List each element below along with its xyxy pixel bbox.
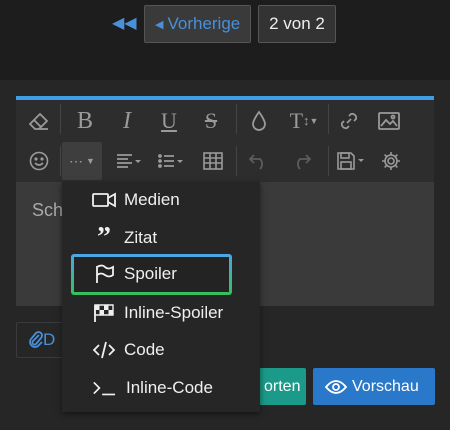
editor-text: Sch	[32, 200, 64, 220]
menu-item-inline-code[interactable]: Inline-Code	[62, 370, 260, 406]
code-icon	[92, 341, 116, 359]
underline-icon[interactable]: U	[152, 104, 186, 138]
menu-item-label: Code	[124, 340, 165, 359]
chevron-left-icon: ◀	[155, 19, 164, 31]
italic-icon[interactable]: I	[110, 104, 144, 138]
preview-button[interactable]: Vorschau	[313, 368, 435, 405]
eye-icon	[324, 380, 348, 394]
link-icon[interactable]	[332, 104, 366, 138]
preview-label: Vorschau	[352, 378, 419, 395]
video-icon	[92, 192, 116, 208]
previous-label: Vorherige	[167, 14, 241, 33]
color-drop-icon[interactable]	[242, 104, 276, 138]
gear-icon[interactable]	[374, 144, 408, 178]
menu-item-code[interactable]: Code	[62, 332, 260, 368]
menu-item-zitat[interactable]: ” Zitat	[62, 220, 260, 256]
menu-item-label: Inline-Code	[126, 378, 213, 397]
attach-label: D	[43, 330, 56, 349]
menu-item-spoiler[interactable]: Spoiler	[62, 256, 260, 292]
image-icon[interactable]	[372, 104, 406, 138]
table-icon[interactable]	[196, 144, 230, 178]
menu-item-label: Spoiler	[124, 264, 177, 283]
menu-item-inline-spoiler[interactable]: Inline-Spoiler	[62, 295, 260, 331]
text-size-icon[interactable]: T ↕ ▼	[284, 104, 324, 138]
save-icon[interactable]	[332, 144, 370, 178]
previous-page-button[interactable]: ◀ Vorherige	[144, 5, 251, 43]
terminal-icon	[92, 380, 116, 396]
checkered-flag-icon	[92, 303, 116, 323]
flag-icon	[92, 264, 116, 284]
insert-dropdown-menu: Medien ” Zitat Spoiler Inline-Spoiler Co…	[62, 182, 260, 412]
menu-item-medien[interactable]: Medien	[62, 182, 260, 218]
bold-icon[interactable]: B	[68, 104, 102, 138]
menu-item-label: Zitat	[124, 228, 158, 247]
strikethrough-icon[interactable]: S	[194, 104, 228, 138]
menu-item-label: Inline-Spoiler	[124, 303, 224, 322]
menu-item-label: Medien	[124, 190, 180, 209]
paperclip-icon	[29, 331, 43, 348]
save-draft-button[interactable]: orten	[258, 368, 306, 405]
list-icon[interactable]	[152, 144, 190, 178]
page-indicator[interactable]: 2 von 2	[258, 5, 336, 43]
eraser-icon[interactable]	[22, 104, 56, 138]
double-chevron-left-icon: ◀◀	[112, 15, 137, 32]
undo-icon[interactable]	[242, 144, 276, 178]
first-page-button[interactable]: ◀◀	[112, 12, 137, 36]
quote-icon: ”	[97, 222, 111, 253]
redo-icon[interactable]	[284, 144, 318, 178]
editor-toolbar: B I U S T ↕ ▼ ⋯ ▼	[16, 100, 434, 182]
align-icon[interactable]	[110, 144, 148, 178]
smiley-icon[interactable]	[22, 144, 56, 178]
more-icon[interactable]: ⋯ ▼	[62, 142, 102, 180]
